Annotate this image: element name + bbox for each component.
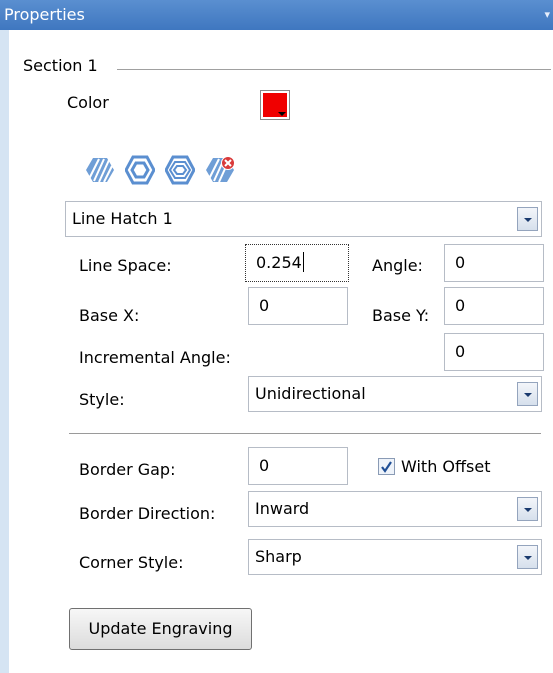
- hatch-select-value: Line Hatch 1: [72, 209, 173, 228]
- properties-title-bar: Properties ▾: [0, 0, 553, 30]
- angle-label: Angle:: [372, 256, 423, 275]
- base-y-label: Base Y:: [372, 306, 430, 325]
- with-offset-checkbox[interactable]: [378, 458, 395, 475]
- divider: [69, 433, 541, 434]
- border-gap-label: Border Gap:: [79, 460, 176, 479]
- corner-style-dropdown-icon[interactable]: [517, 545, 538, 569]
- corner-style-label: Corner Style:: [79, 553, 184, 572]
- corner-style-value: Sharp: [255, 547, 302, 566]
- base-x-label: Base X:: [79, 306, 140, 325]
- hatch-select[interactable]: Line Hatch 1: [65, 201, 542, 237]
- incremental-angle-input[interactable]: 0: [444, 333, 544, 371]
- border-direction-label: Border Direction:: [79, 504, 216, 523]
- line-space-label: Line Space:: [79, 256, 172, 275]
- border-gap-input[interactable]: 0: [248, 447, 348, 485]
- panel-title: Properties: [4, 5, 85, 24]
- delete-hatch-icon[interactable]: [205, 155, 235, 185]
- style-select[interactable]: Unidirectional: [248, 376, 542, 412]
- color-dropdown-arrow-icon: [278, 112, 286, 116]
- update-engraving-button[interactable]: Update Engraving: [69, 608, 252, 650]
- checkmark-icon: [381, 461, 392, 473]
- color-picker-button[interactable]: [260, 90, 290, 120]
- with-offset-label[interactable]: With Offset: [401, 457, 490, 476]
- border-direction-dropdown-icon[interactable]: [517, 497, 538, 521]
- angle-input[interactable]: 0: [444, 244, 544, 282]
- border-direction-select[interactable]: Inward: [248, 491, 542, 527]
- properties-panel: Section 1 Color Line Hatch 1 Line Space:…: [9, 30, 553, 673]
- offset-contour-hatch-icon[interactable]: [165, 155, 195, 185]
- line-space-input[interactable]: 0.254: [245, 244, 349, 282]
- line-space-value: 0.254: [256, 253, 302, 272]
- section-divider: [117, 69, 551, 70]
- base-y-input[interactable]: 0: [444, 287, 544, 325]
- style-select-dropdown-icon[interactable]: [517, 382, 538, 406]
- border-direction-value: Inward: [255, 499, 310, 518]
- line-hatch-icon[interactable]: [85, 155, 115, 185]
- section-title: Section 1: [23, 56, 102, 75]
- hatch-select-dropdown-icon[interactable]: [517, 207, 538, 231]
- text-caret: [302, 252, 304, 272]
- style-select-value: Unidirectional: [255, 384, 366, 403]
- style-label: Style:: [79, 390, 125, 409]
- color-label: Color: [67, 93, 109, 112]
- incremental-angle-label: Incremental Angle:: [79, 348, 231, 367]
- panel-menu-icon[interactable]: ▾: [544, 8, 550, 21]
- corner-style-select[interactable]: Sharp: [248, 539, 542, 575]
- base-x-input[interactable]: 0: [248, 287, 348, 325]
- contour-hatch-icon[interactable]: [125, 155, 155, 185]
